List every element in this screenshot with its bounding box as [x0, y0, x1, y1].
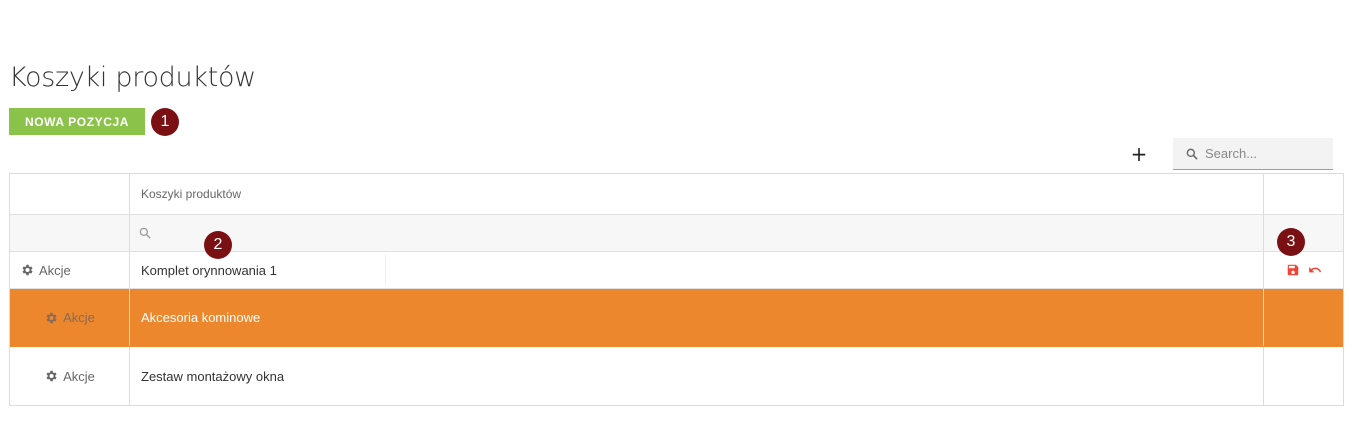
row-edit-actions-cell	[1264, 347, 1343, 405]
row-actions-button[interactable]: Akcje	[44, 310, 95, 325]
row-value: Zestaw montażowy okna	[141, 368, 285, 384]
search-input[interactable]	[1205, 146, 1325, 161]
filter-actions-cell	[10, 215, 130, 251]
grid-header-row: Koszyki produktów	[10, 174, 1343, 215]
gear-icon	[46, 312, 57, 323]
data-grid: Koszyki produktów Akcje Komplet orynnowa…	[9, 173, 1344, 406]
row-value-cell: Akcesoria kominowe	[130, 289, 1264, 346]
row-value-cell: Zestaw montażowy okna	[130, 347, 1264, 405]
row-value-cell	[130, 252, 1264, 288]
search-icon	[1186, 148, 1198, 159]
callout-marker-3: 3	[1277, 228, 1305, 256]
column-header-koszyki[interactable]: Koszyki produktów	[130, 174, 1264, 214]
save-icon[interactable]	[1286, 263, 1300, 277]
undo-icon[interactable]	[1308, 263, 1322, 277]
callout-marker-1: 1	[151, 108, 179, 136]
filter-search-icon	[139, 227, 151, 239]
row-actions-label: Akcje	[63, 368, 95, 384]
row-edit-actions-cell	[1264, 252, 1343, 288]
row-actions-cell: Akcje	[10, 289, 130, 346]
page-title: Koszyki produktów	[9, 62, 256, 93]
table-row-selected[interactable]: Akcje Akcesoria kominowe	[10, 289, 1343, 347]
table-row[interactable]: Akcje Zestaw montażowy okna	[10, 347, 1343, 405]
row-actions-button[interactable]: Akcje	[20, 263, 71, 278]
new-item-button[interactable]: NOWA POZYCJA	[9, 108, 145, 135]
gear-icon	[46, 370, 57, 382]
row-edit-actions-cell	[1264, 289, 1343, 346]
header-actions-cell	[10, 174, 130, 214]
row-actions-label: Akcje	[39, 262, 71, 278]
gear-icon	[22, 264, 33, 276]
row-actions-button[interactable]: Akcje	[44, 369, 95, 384]
header-edit-cell	[1264, 174, 1343, 214]
row-actions-label: Akcje	[63, 310, 95, 325]
row-value: Akcesoria kominowe	[141, 310, 261, 325]
add-button[interactable]: +	[1130, 144, 1148, 164]
row-actions-cell: Akcje	[10, 347, 130, 405]
row-actions-cell: Akcje	[10, 252, 130, 288]
callout-marker-2: 2	[204, 231, 232, 259]
row-edit-input[interactable]	[141, 255, 386, 285]
table-row-editing: Akcje	[10, 252, 1343, 289]
column-filter-cell[interactable]	[130, 215, 1264, 251]
search-box	[1173, 138, 1333, 170]
